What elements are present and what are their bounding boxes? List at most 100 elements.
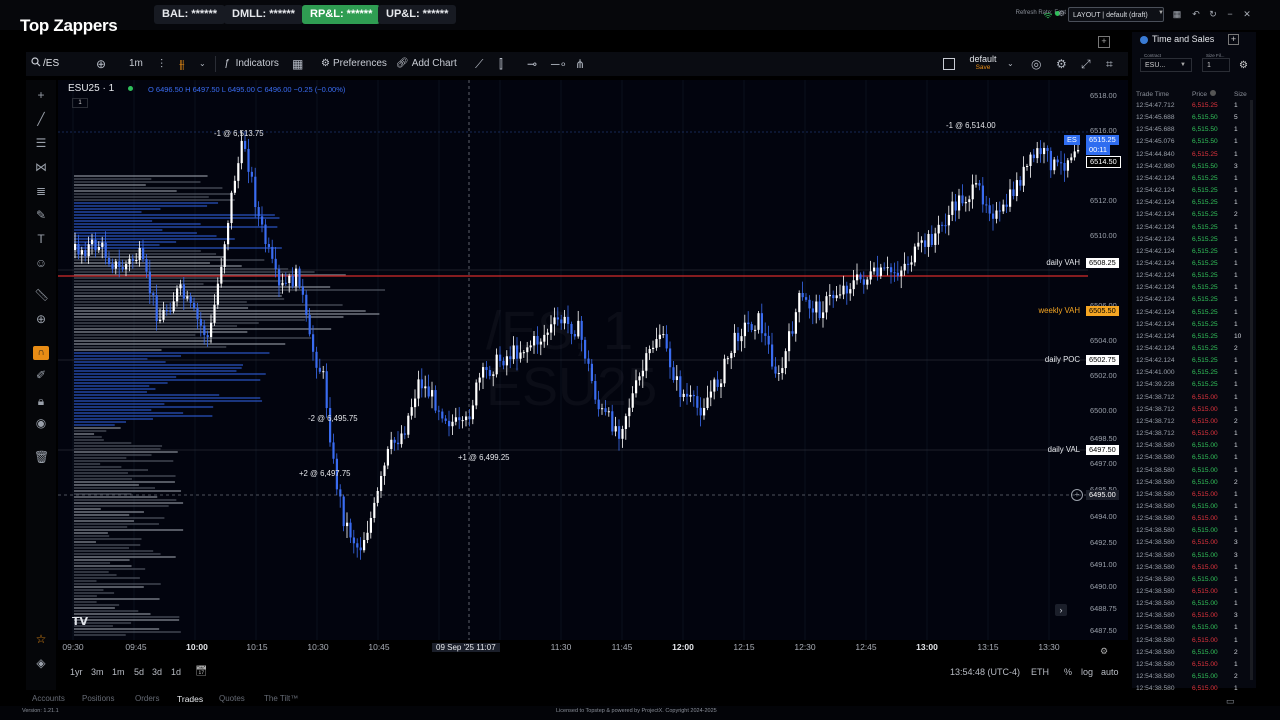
stat-pill-1[interactable]: DMLL: ****** — [224, 5, 303, 24]
vertical-line-icon[interactable]: ⫿ — [499, 52, 503, 76]
scale-option-%[interactable]: % — [1064, 667, 1072, 677]
pattern-icon[interactable]: ⋈ — [34, 160, 48, 174]
eye-icon[interactable]: ◉ — [34, 416, 48, 430]
trade-time: 12:54:42.124 — [1136, 174, 1175, 182]
range-button-5d[interactable]: 5d — [134, 667, 144, 677]
range-button-3d[interactable]: 3d — [152, 667, 162, 677]
alert-icon[interactable]: ◎ — [1031, 52, 1041, 76]
fullscreen-icon[interactable]: ⤢ — [1081, 52, 1091, 76]
line-tool-icon[interactable]: ╱ — [34, 112, 48, 126]
trade-price: 6,515.25 — [1192, 247, 1218, 255]
scroll-right-icon[interactable]: › — [1055, 604, 1067, 616]
tab-accounts[interactable]: Accounts — [32, 694, 65, 703]
emoji-icon[interactable]: ☺ — [34, 256, 48, 270]
tab-trades[interactable]: Trades — [177, 694, 203, 704]
trash-icon[interactable]: 🗑︎ — [34, 450, 49, 464]
crosshair-time-label: 09 Sep '25 11:07 — [432, 643, 500, 652]
volume-profile-bar — [74, 424, 115, 426]
candle-body — [118, 261, 121, 268]
chart-style-icon[interactable]: ⫵ — [179, 52, 185, 76]
candle-body — [203, 325, 206, 336]
symbol-input[interactable]: /ES — [43, 52, 59, 76]
magnet-icon[interactable]: ∩ — [33, 346, 49, 360]
ruler-icon[interactable]: 📏︎ — [34, 288, 49, 302]
time-and-sales-title[interactable]: Time and Sales — [1152, 34, 1214, 44]
template-save[interactable]: Save — [955, 64, 1011, 71]
hlines-icon[interactable]: ☰ — [34, 136, 48, 150]
col-header-price[interactable]: Price — [1192, 91, 1207, 98]
calendar-icon[interactable]: 📅︎ — [195, 666, 208, 677]
text-icon[interactable]: T — [34, 232, 48, 246]
pane-count[interactable]: 1 — [72, 98, 88, 108]
candle-type-icon[interactable]: ⫶ — [160, 52, 163, 76]
star-icon[interactable]: ☆ — [34, 632, 48, 646]
col-header-size[interactable]: Size — [1234, 91, 1247, 98]
trendline-icon[interactable]: ⟋ — [475, 52, 483, 76]
settings-gear-icon[interactable]: ⚙ — [1058, 9, 1065, 18]
volume-profile-bar — [74, 241, 177, 243]
tab-orders[interactable]: Orders — [135, 694, 159, 703]
lock-icon[interactable]: 🔒︎ — [34, 394, 48, 408]
candle-body — [777, 373, 780, 375]
volume-profile-bar — [74, 277, 222, 279]
fib-icon[interactable]: ⋔ — [575, 52, 585, 76]
tab-thetilt[interactable]: The Tilt™ — [264, 694, 298, 703]
refresh-icon[interactable]: ↻ — [1208, 9, 1218, 19]
range-button-3m[interactable]: 3m — [91, 667, 104, 677]
stat-pill-2[interactable]: RP&L: ****** — [302, 5, 381, 24]
add-panel-tab-icon[interactable]: + — [1228, 34, 1239, 45]
candle-body — [376, 490, 379, 503]
add-symbol-icon[interactable]: ⊕ — [96, 52, 106, 76]
layers-icon[interactable]: ◈ — [34, 656, 48, 670]
layout-select[interactable]: LAYOUT | default (draft) — [1068, 7, 1164, 22]
search-icon[interactable] — [31, 52, 41, 76]
tab-quotes[interactable]: Quotes — [219, 694, 245, 703]
brush-icon[interactable]: ✎ — [34, 208, 48, 222]
preferences-button[interactable]: ⚙ Preferences — [321, 52, 387, 76]
camera-icon[interactable]: ⌗ — [1106, 52, 1113, 76]
axis-settings-icon[interactable]: ⚙ — [1100, 646, 1108, 657]
stat-pill-0[interactable]: BAL: ****** — [154, 5, 226, 24]
scale-option-auto[interactable]: auto — [1101, 667, 1119, 677]
session-toggle[interactable]: ETH — [1031, 667, 1049, 677]
pencil-lock-icon[interactable]: ✐ — [34, 368, 48, 382]
scale-option-log[interactable]: log — [1081, 667, 1093, 677]
template-name[interactable]: default — [955, 54, 1011, 64]
grid-icon[interactable]: ▦ — [1172, 9, 1182, 19]
add-chart-button[interactable]: 🔗︎ Add Chart — [396, 52, 457, 76]
tab-positions[interactable]: Positions — [82, 694, 114, 703]
trade-size: 1 — [1234, 515, 1238, 523]
col-header-time[interactable]: Trade Time — [1136, 91, 1169, 98]
horizontal-ray-icon[interactable]: ─∘ — [551, 52, 567, 76]
chevron-down-icon[interactable]: ⌄ — [1007, 52, 1014, 76]
volume-profile-bar — [74, 181, 201, 183]
template-checkbox[interactable] — [943, 58, 955, 70]
minimize-icon[interactable]: − — [1225, 9, 1235, 19]
range-button-1yr[interactable]: 1yr — [70, 667, 83, 677]
chevron-down-icon[interactable]: ⌄ — [199, 52, 206, 76]
zoom-icon[interactable]: ⊕ — [34, 312, 48, 326]
scrollbar[interactable] — [1250, 100, 1253, 680]
add-panel-icon[interactable]: + — [1098, 36, 1110, 48]
volume-profile-bar — [74, 364, 243, 366]
candle-body — [454, 417, 457, 422]
price-chart[interactable]: ESU25 · 1 O 6496.50 H 6497.50 L 6495.00 … — [58, 80, 1128, 640]
clock-readout[interactable]: 13:54:48 (UTC-4) — [950, 667, 1020, 677]
horizontal-line-icon[interactable]: ⊸ — [527, 52, 537, 76]
range-button-1d[interactable]: 1d — [171, 667, 181, 677]
add-order-icon[interactable]: + — [1071, 489, 1083, 501]
crosshair-icon[interactable]: + — [34, 88, 48, 102]
gear-icon[interactable]: ⚙ — [1239, 60, 1248, 71]
fib-tool-icon[interactable]: ≣ — [34, 184, 48, 198]
templates-icon[interactable]: ▦ — [292, 52, 303, 76]
volume-profile-bar — [74, 250, 201, 252]
indicators-button[interactable]: ƒ Indicators — [224, 52, 279, 76]
candle-body — [1015, 180, 1018, 197]
interval-select[interactable]: 1m — [129, 52, 143, 76]
range-button-1m[interactable]: 1m — [112, 667, 125, 677]
size-filter-input[interactable]: 1 — [1202, 58, 1230, 72]
stat-pill-3[interactable]: UP&L: ****** — [378, 5, 457, 24]
settings-icon[interactable]: ⚙ — [1056, 52, 1067, 76]
close-icon[interactable]: ✕ — [1242, 9, 1252, 19]
undo-icon[interactable]: ↶ — [1191, 9, 1201, 19]
